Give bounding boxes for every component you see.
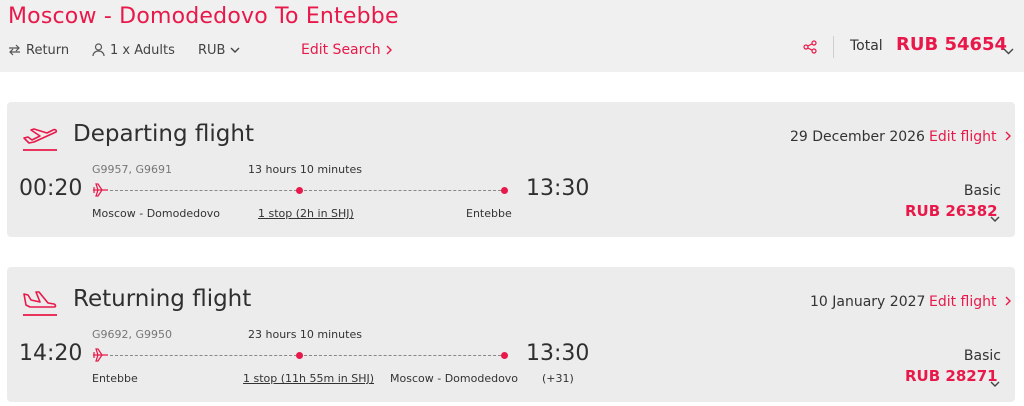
- departing-fare-price[interactable]: RUB 26382: [905, 202, 998, 220]
- share-icon[interactable]: [803, 39, 817, 58]
- chevron-right-icon: [1005, 129, 1011, 145]
- chevron-right-icon: [1005, 294, 1011, 310]
- returning-date: 10 January 2027: [810, 294, 926, 310]
- departing-date: 29 December 2026: [790, 129, 925, 145]
- header-divider: [833, 36, 834, 58]
- takeoff-icon: [21, 124, 59, 158]
- plane-icon: [92, 182, 110, 201]
- passenger-count: 1 x Adults: [92, 40, 175, 60]
- currency-selector[interactable]: RUB: [198, 40, 240, 60]
- trip-type-label: Return: [26, 42, 70, 58]
- chevron-down-icon[interactable]: [990, 373, 1000, 392]
- route-title: Moscow - Domodedovo To Entebbe: [8, 4, 399, 29]
- total-price[interactable]: RUB 54654: [896, 34, 1007, 55]
- currency-label: RUB: [198, 42, 226, 58]
- search-summary-header: Moscow - Domodedovo To Entebbe Return 1 …: [0, 0, 1024, 72]
- route-line: [110, 190, 506, 191]
- chevron-down-icon[interactable]: [990, 208, 1000, 227]
- departing-flight-card: Departing flight 29 December 2026 Edit f…: [7, 102, 1015, 237]
- edit-departing-flight-link[interactable]: Edit flight: [929, 129, 1011, 145]
- edit-search-link[interactable]: Edit Search: [301, 40, 392, 60]
- origin-airport: Entebbe: [92, 372, 138, 385]
- trip-type: Return: [8, 40, 69, 60]
- destination-dot: [501, 352, 508, 359]
- flight-duration: 13 hours 10 minutes: [248, 163, 362, 176]
- person-icon: [92, 43, 105, 57]
- chevron-right-icon: [386, 45, 392, 55]
- fare-class: Basic: [963, 183, 1001, 199]
- plane-icon: [92, 347, 110, 366]
- destination-dot: [501, 187, 508, 194]
- destination-airport: Moscow - Domodedovo: [390, 372, 519, 385]
- stop-dot: [296, 352, 303, 359]
- swap-icon: [8, 44, 21, 56]
- flight-numbers: G9957, G9691: [92, 163, 173, 176]
- fare-class: Basic: [963, 348, 1001, 364]
- edit-returning-flight-link[interactable]: Edit flight: [929, 294, 1011, 310]
- chevron-down-icon[interactable]: [1003, 40, 1014, 59]
- landing-icon: [21, 289, 59, 323]
- returning-flight-card: Returning flight 10 January 2027 Edit fl…: [7, 267, 1015, 402]
- edit-search-label: Edit Search: [301, 42, 381, 58]
- flight-numbers: G9692, G9950: [92, 328, 173, 341]
- returning-title: Returning flight: [73, 286, 252, 312]
- stops-link[interactable]: 1 stop (11h 55m in SHJ): [243, 372, 374, 385]
- total-label: Total: [850, 38, 883, 54]
- day-offset: (+31): [542, 372, 574, 385]
- origin-airport: Moscow - Domodedovo: [92, 207, 221, 220]
- stops-link[interactable]: 1 stop (2h in SHJ): [258, 207, 354, 220]
- departure-time: 14:20: [19, 341, 83, 366]
- stop-dot: [296, 187, 303, 194]
- passenger-label: 1 x Adults: [110, 42, 175, 58]
- arrival-time: 13:30: [526, 176, 590, 201]
- destination-airport: Entebbe: [466, 207, 512, 220]
- departing-title: Departing flight: [73, 121, 254, 147]
- edit-flight-label: Edit flight: [929, 129, 997, 145]
- chevron-down-icon: [230, 47, 240, 54]
- departure-time: 00:20: [19, 176, 83, 201]
- flight-duration: 23 hours 10 minutes: [248, 328, 362, 341]
- arrival-time: 13:30: [526, 341, 590, 366]
- route-line: [110, 355, 506, 356]
- edit-flight-label: Edit flight: [929, 294, 997, 310]
- returning-fare-price[interactable]: RUB 28271: [905, 367, 998, 385]
